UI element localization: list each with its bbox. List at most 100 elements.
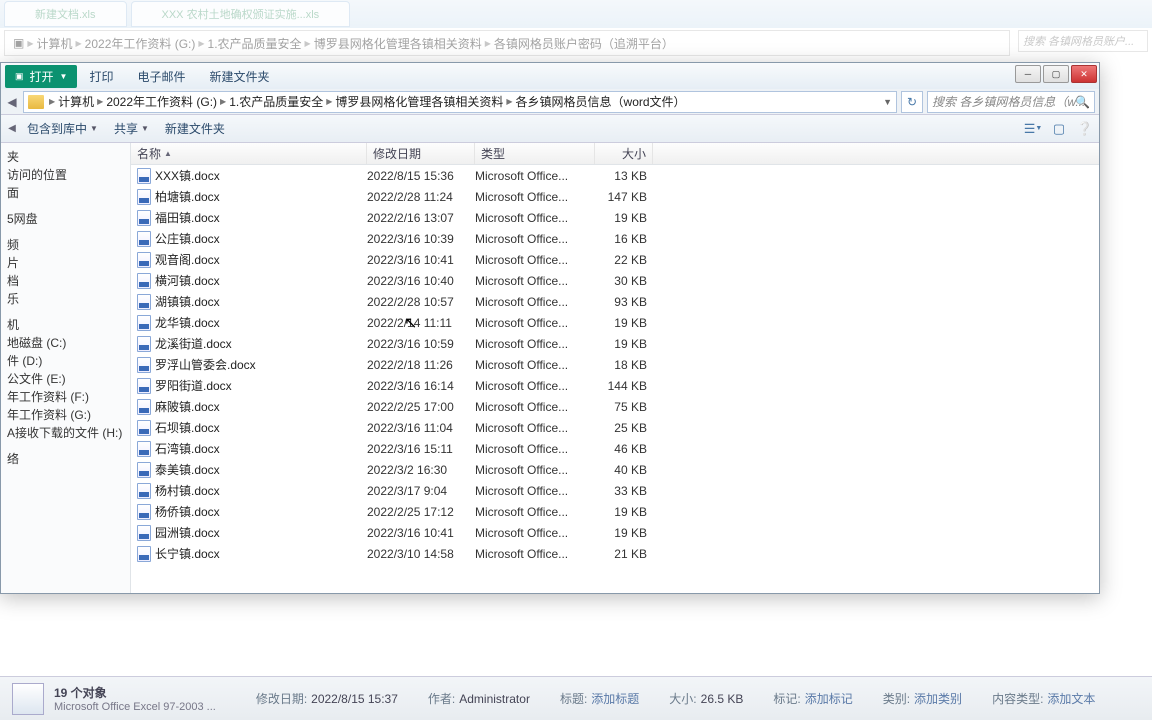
sidebar-item[interactable]: 档: [1, 271, 130, 289]
file-row[interactable]: 罗阳街道.docx 2022/3/16 16:14 Microsoft Offi…: [131, 375, 1099, 396]
share-button[interactable]: 共享▼: [106, 120, 157, 137]
breadcrumb-item[interactable]: 1.农产品质量安全: [227, 93, 325, 110]
file-row[interactable]: 石坝镇.docx 2022/3/16 11:04 Microsoft Offic…: [131, 417, 1099, 438]
sidebar-item[interactable]: 5网盘: [1, 209, 130, 227]
file-row[interactable]: 麻陂镇.docx 2022/2/25 17:00 Microsoft Offic…: [131, 396, 1099, 417]
sidebar-item[interactable]: 年工作资料 (F:): [1, 387, 130, 405]
preview-button[interactable]: ▢: [1049, 120, 1069, 138]
breadcrumb-item[interactable]: 计算机: [56, 93, 96, 110]
col-type[interactable]: 类型: [475, 143, 595, 164]
breadcrumb-item[interactable]: 2022年工作资料 (G:): [104, 93, 219, 110]
file-type: Microsoft Office...: [475, 547, 595, 561]
col-date[interactable]: 修改日期: [367, 143, 475, 164]
file-date: 2022/2/18 11:26: [367, 358, 475, 372]
file-row[interactable]: 公庄镇.docx 2022/3/16 10:39 Microsoft Offic…: [131, 228, 1099, 249]
maximize-button[interactable]: ▢: [1043, 65, 1069, 83]
file-size: 18 KB: [595, 358, 653, 372]
column-headers: 名称▲ 修改日期 类型 大小: [131, 143, 1099, 165]
file-row[interactable]: 横河镇.docx 2022/3/16 10:40 Microsoft Offic…: [131, 270, 1099, 291]
file-date: 2022/3/2 16:30: [367, 463, 475, 477]
file-name: 泰美镇.docx: [151, 461, 367, 478]
docx-icon: [131, 294, 151, 310]
thumbnail-icon: [12, 683, 44, 715]
search-icon: 🔍: [1075, 95, 1090, 109]
file-size: 40 KB: [595, 463, 653, 477]
file-row[interactable]: 柏塘镇.docx 2022/2/28 11:24 Microsoft Offic…: [131, 186, 1099, 207]
col-size[interactable]: 大小: [595, 143, 653, 164]
docx-icon: [131, 504, 151, 520]
sidebar-item[interactable]: A接收下载的文件 (H:): [1, 423, 130, 441]
file-row[interactable]: 长宁镇.docx 2022/3/10 14:58 Microsoft Offic…: [131, 543, 1099, 564]
file-row[interactable]: 罗浮山管委会.docx 2022/2/18 11:26 Microsoft Of…: [131, 354, 1099, 375]
file-row[interactable]: 湖镇镇.docx 2022/2/28 10:57 Microsoft Offic…: [131, 291, 1099, 312]
address-bar[interactable]: ▶ 计算机▶ 2022年工作资料 (G:)▶ 1.农产品质量安全▶ 博罗县网格化…: [23, 91, 897, 113]
newfolder-button[interactable]: 新建文件夹: [157, 120, 233, 137]
file-row[interactable]: XXX镇.docx 2022/8/15 15:36 Microsoft Offi…: [131, 165, 1099, 186]
file-name: 麻陂镇.docx: [151, 398, 367, 415]
sidebar-item[interactable]: 机: [1, 315, 130, 333]
file-size: 30 KB: [595, 274, 653, 288]
refresh-button[interactable]: ↻: [901, 91, 923, 113]
file-date: 2022/2/28 11:24: [367, 190, 475, 204]
breadcrumb-item[interactable]: 博罗县网格化管理各镇相关资料: [333, 93, 505, 110]
sidebar-item[interactable]: 件 (D:): [1, 351, 130, 369]
file-size: 19 KB: [595, 526, 653, 540]
file-date: 2022/3/16 10:59: [367, 337, 475, 351]
file-size: 75 KB: [595, 400, 653, 414]
file-date: 2022/2/25 17:00: [367, 400, 475, 414]
docx-icon: [131, 336, 151, 352]
bg-address-bar: ▣ ▶ 计算机▶ 2022年工作资料 (G:)▶ 1.农产品质量安全▶ 博罗县网…: [4, 30, 1010, 56]
docx-icon: [131, 252, 151, 268]
sidebar-item[interactable]: 访问的位置: [1, 165, 130, 183]
docx-icon: [131, 546, 151, 562]
file-row[interactable]: 观音阁.docx 2022/3/16 10:41 Microsoft Offic…: [131, 249, 1099, 270]
file-row[interactable]: 杨侨镇.docx 2022/2/25 17:12 Microsoft Offic…: [131, 501, 1099, 522]
sidebar-item[interactable]: 地磁盘 (C:): [1, 333, 130, 351]
file-size: 46 KB: [595, 442, 653, 456]
file-row[interactable]: 杨村镇.docx 2022/3/17 9:04 Microsoft Office…: [131, 480, 1099, 501]
view-button[interactable]: ☰ ▼: [1023, 120, 1043, 138]
email-menu[interactable]: 电子邮件: [125, 68, 197, 85]
breadcrumb-item[interactable]: 各乡镇网格员信息（word文件）: [514, 93, 688, 110]
file-type: Microsoft Office...: [475, 505, 595, 519]
file-size: 21 KB: [595, 547, 653, 561]
file-date: 2022/3/17 9:04: [367, 484, 475, 498]
sidebar-item[interactable]: 片: [1, 253, 130, 271]
file-row[interactable]: 龙溪街道.docx 2022/3/16 10:59 Microsoft Offi…: [131, 333, 1099, 354]
minimize-button[interactable]: ─: [1015, 65, 1041, 83]
file-type: Microsoft Office...: [475, 463, 595, 477]
open-button[interactable]: ▣ 打开 ▼: [5, 65, 77, 88]
docx-icon: [131, 483, 151, 499]
file-name: 石坝镇.docx: [151, 419, 367, 436]
sidebar-item[interactable]: 面: [1, 183, 130, 201]
file-type: Microsoft Office...: [475, 232, 595, 246]
library-button[interactable]: 包含到库中▼: [19, 120, 106, 137]
sidebar-item[interactable]: 络: [1, 449, 130, 467]
close-button[interactable]: ✕: [1071, 65, 1097, 83]
file-name: 柏塘镇.docx: [151, 188, 367, 205]
file-row[interactable]: 泰美镇.docx 2022/3/2 16:30 Microsoft Office…: [131, 459, 1099, 480]
file-size: 19 KB: [595, 211, 653, 225]
file-row[interactable]: 石湾镇.docx 2022/3/16 15:11 Microsoft Offic…: [131, 438, 1099, 459]
file-row[interactable]: 龙华镇.docx 2022/2/14 11:11 Microsoft Offic…: [131, 312, 1099, 333]
sidebar-item[interactable]: 公文件 (E:): [1, 369, 130, 387]
print-menu[interactable]: 打印: [77, 68, 125, 85]
search-input[interactable]: 搜索 各乡镇网格员信息（w... 🔍: [927, 91, 1095, 113]
file-date: 2022/3/16 10:39: [367, 232, 475, 246]
newfolder-menu[interactable]: 新建文件夹: [197, 68, 281, 85]
file-date: 2022/3/16 11:04: [367, 421, 475, 435]
file-row[interactable]: 福田镇.docx 2022/2/16 13:07 Microsoft Offic…: [131, 207, 1099, 228]
file-row[interactable]: 园洲镇.docx 2022/3/16 10:41 Microsoft Offic…: [131, 522, 1099, 543]
chevron-down-icon[interactable]: ▼: [883, 97, 892, 107]
file-date: 2022/2/14 11:11: [367, 316, 475, 330]
col-name[interactable]: 名称▲: [131, 143, 367, 164]
organize-icon[interactable]: ◀: [5, 119, 19, 139]
sidebar-item[interactable]: 年工作资料 (G:): [1, 405, 130, 423]
sidebar-item[interactable]: 频: [1, 235, 130, 253]
file-name: 公庄镇.docx: [151, 230, 367, 247]
nav-back-icon[interactable]: ◀: [5, 92, 19, 112]
docx-icon: [131, 378, 151, 394]
sidebar-item[interactable]: 夹: [1, 147, 130, 165]
help-icon[interactable]: ❔: [1075, 120, 1095, 138]
sidebar-item[interactable]: 乐: [1, 289, 130, 307]
